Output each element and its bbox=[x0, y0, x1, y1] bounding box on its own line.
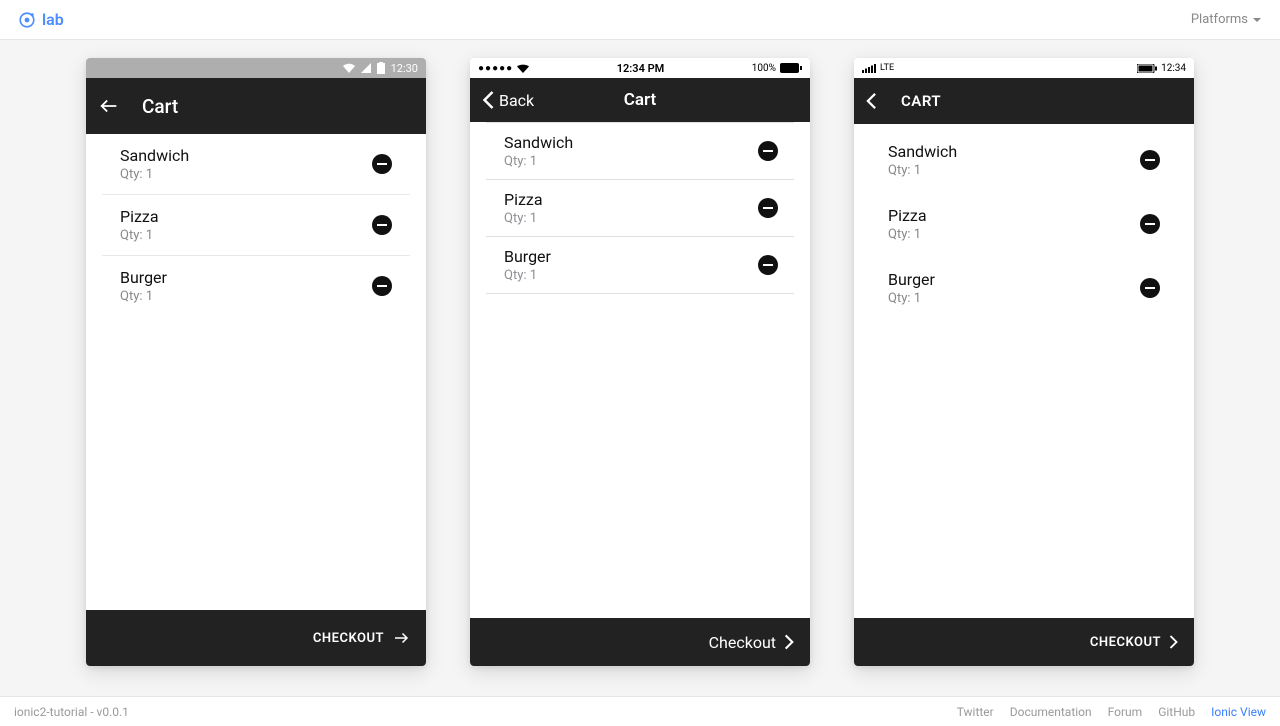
item-qty: Qty: 1 bbox=[120, 167, 189, 182]
battery-percent: 100% bbox=[752, 63, 776, 74]
battery-icon bbox=[780, 63, 802, 73]
list-item: Pizza Qty: 1 bbox=[486, 180, 794, 237]
remove-button[interactable] bbox=[1140, 278, 1160, 298]
remove-button[interactable] bbox=[372, 276, 392, 296]
back-button[interactable]: Back bbox=[482, 90, 534, 110]
remove-button[interactable] bbox=[758, 198, 778, 218]
lab-logo: lab bbox=[18, 10, 64, 29]
lab-header: lab Platforms bbox=[0, 0, 1280, 40]
remove-button[interactable] bbox=[1140, 214, 1160, 234]
item-qty: Qty: 1 bbox=[888, 163, 957, 178]
chevron-forward-icon bbox=[1169, 634, 1178, 650]
status-time: 12:34 PM bbox=[617, 62, 665, 75]
lab-logo-icon bbox=[18, 11, 36, 29]
item-qty: Qty: 1 bbox=[504, 268, 551, 283]
device-android: 12:30 Cart Sandwich Qty: 1 Pizza bbox=[86, 58, 426, 666]
list-item: Sandwich Qty: 1 bbox=[102, 134, 410, 195]
status-time: 12:34 bbox=[1161, 63, 1186, 74]
list-item: Pizza Qty: 1 bbox=[870, 192, 1178, 256]
lab-footer: ionic2-tutorial - v0.0.1 Twitter Documen… bbox=[0, 696, 1280, 726]
back-button[interactable] bbox=[866, 92, 877, 110]
list-item: Pizza Qty: 1 bbox=[102, 195, 410, 256]
footer-links: Twitter Documentation Forum GitHub Ionic… bbox=[957, 705, 1266, 719]
list-item: Burger Qty: 1 bbox=[870, 256, 1178, 320]
page-title: Cart bbox=[624, 90, 657, 110]
wp-navbar: CART bbox=[854, 78, 1194, 124]
caret-down-icon bbox=[1252, 15, 1262, 25]
item-name: Sandwich bbox=[120, 146, 189, 165]
android-navbar: Cart bbox=[86, 78, 426, 134]
network-label: LTE bbox=[880, 63, 894, 73]
item-name: Sandwich bbox=[888, 142, 957, 161]
item-name: Burger bbox=[120, 268, 167, 287]
item-qty: Qty: 1 bbox=[120, 228, 159, 243]
remove-button[interactable] bbox=[758, 255, 778, 275]
item-qty: Qty: 1 bbox=[888, 227, 927, 242]
project-label: ionic2-tutorial - v0.0.1 bbox=[14, 705, 129, 719]
checkout-label: CHECKOUT bbox=[1090, 635, 1161, 650]
item-qty: Qty: 1 bbox=[120, 289, 167, 304]
arrow-back-icon bbox=[98, 95, 120, 117]
item-qty: Qty: 1 bbox=[504, 211, 543, 226]
android-cart-list: Sandwich Qty: 1 Pizza Qty: 1 Burger Qt bbox=[86, 134, 426, 610]
ios-navbar: Back Cart bbox=[470, 78, 810, 122]
wifi-icon bbox=[517, 64, 529, 73]
link-forum[interactable]: Forum bbox=[1108, 705, 1143, 719]
ios-cart-list: Sandwich Qty: 1 Pizza Qty: 1 Burger Qt bbox=[470, 122, 810, 618]
page-title: CART bbox=[901, 92, 941, 110]
chevron-back-icon bbox=[866, 92, 877, 110]
cell-signal-icon bbox=[862, 64, 876, 73]
link-documentation[interactable]: Documentation bbox=[1010, 705, 1092, 719]
remove-button[interactable] bbox=[372, 154, 392, 174]
battery-icon bbox=[377, 62, 385, 74]
link-ionic-view[interactable]: Ionic View bbox=[1211, 705, 1266, 719]
checkout-button[interactable]: CHECKOUT bbox=[854, 618, 1194, 666]
chevron-forward-icon bbox=[784, 633, 794, 651]
remove-button[interactable] bbox=[758, 141, 778, 161]
back-button[interactable] bbox=[98, 95, 120, 117]
platforms-dropdown[interactable]: Platforms bbox=[1191, 12, 1262, 27]
link-twitter[interactable]: Twitter bbox=[957, 705, 994, 719]
cell-dots-icon: ●●●●● bbox=[478, 63, 513, 74]
list-item: Burger Qty: 1 bbox=[486, 237, 794, 294]
wifi-icon bbox=[343, 63, 355, 73]
remove-button[interactable] bbox=[1140, 150, 1160, 170]
device-previews: 12:30 Cart Sandwich Qty: 1 Pizza bbox=[0, 40, 1280, 696]
checkout-label: Checkout bbox=[709, 633, 776, 652]
checkout-button[interactable]: Checkout bbox=[470, 618, 810, 666]
wp-status-bar: LTE 12:34 bbox=[854, 58, 1194, 78]
item-name: Pizza bbox=[120, 207, 159, 226]
item-name: Pizza bbox=[504, 190, 543, 209]
item-name: Burger bbox=[504, 247, 551, 266]
link-github[interactable]: GitHub bbox=[1158, 705, 1195, 719]
back-label: Back bbox=[499, 91, 534, 110]
device-windows: LTE 12:34 CART Sandwich Qty: 1 bbox=[854, 58, 1194, 666]
status-time: 12:30 bbox=[391, 62, 418, 75]
cell-signal-icon bbox=[361, 63, 371, 73]
lab-logo-text: lab bbox=[42, 10, 64, 29]
arrow-forward-icon bbox=[392, 629, 410, 647]
ios-status-bar: ●●●●● 12:34 PM 100% bbox=[470, 58, 810, 78]
item-qty: Qty: 1 bbox=[504, 154, 573, 169]
battery-icon bbox=[1137, 64, 1157, 73]
list-item: Sandwich Qty: 1 bbox=[870, 128, 1178, 192]
list-item: Sandwich Qty: 1 bbox=[486, 123, 794, 180]
wp-cart-list: Sandwich Qty: 1 Pizza Qty: 1 Burger Qt bbox=[854, 124, 1194, 618]
item-name: Sandwich bbox=[504, 133, 573, 152]
android-status-bar: 12:30 bbox=[86, 58, 426, 78]
item-qty: Qty: 1 bbox=[888, 291, 935, 306]
remove-button[interactable] bbox=[372, 215, 392, 235]
device-ios: ●●●●● 12:34 PM 100% Back Cart bbox=[470, 58, 810, 666]
platforms-label: Platforms bbox=[1191, 12, 1248, 27]
item-name: Pizza bbox=[888, 206, 927, 225]
chevron-back-icon bbox=[482, 90, 495, 110]
checkout-label: CHECKOUT bbox=[313, 631, 384, 646]
item-name: Burger bbox=[888, 270, 935, 289]
page-title: Cart bbox=[142, 95, 178, 118]
list-item: Burger Qty: 1 bbox=[102, 256, 410, 316]
checkout-button[interactable]: CHECKOUT bbox=[86, 610, 426, 666]
